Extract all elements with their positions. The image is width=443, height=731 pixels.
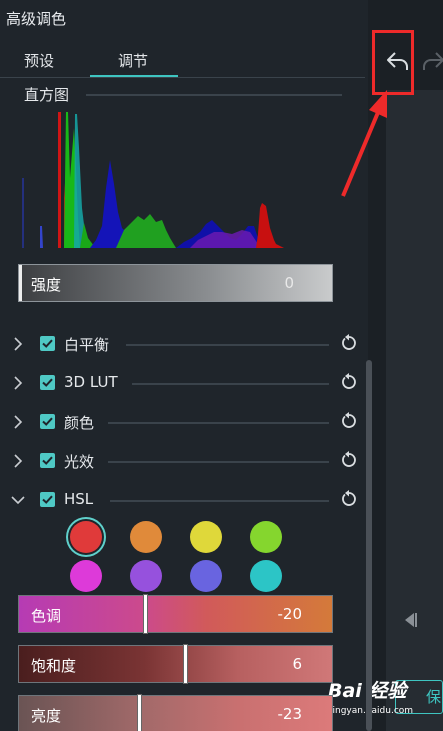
section-divider xyxy=(110,500,329,502)
hsl-swatch-orange[interactable] xyxy=(130,521,162,553)
lightness-value: -23 xyxy=(277,705,303,723)
histogram-graph xyxy=(22,112,284,248)
hsl-swatch-green[interactable] xyxy=(250,521,282,553)
annotation-arrow-icon xyxy=(341,90,387,197)
hsl-checkbox[interactable] xyxy=(40,492,55,507)
hsl-swatch-blue[interactable] xyxy=(190,560,222,592)
reset-icon[interactable] xyxy=(340,451,358,469)
light-effect-checkbox[interactable] xyxy=(40,453,55,468)
lightness-slider[interactable]: 亮度 -23 xyxy=(18,694,333,731)
histogram-divider xyxy=(86,94,342,96)
section-label: 3D LUT xyxy=(64,373,118,391)
collapse-panel-icon[interactable] xyxy=(400,610,420,630)
reset-icon[interactable] xyxy=(340,334,358,352)
section-3d-lut[interactable]: 3D LUT xyxy=(0,369,365,399)
hsl-swatch-red[interactable] xyxy=(70,521,102,553)
section-divider xyxy=(126,344,329,346)
strength-slider[interactable]: 强度 0 xyxy=(18,264,333,302)
chevron-down-icon[interactable] xyxy=(10,492,26,508)
section-divider xyxy=(108,422,329,424)
tab-divider xyxy=(0,77,365,78)
redo-button[interactable] xyxy=(420,46,443,76)
saturation-value: 6 xyxy=(292,655,302,673)
strength-label: 强度 xyxy=(31,276,62,294)
lightness-label: 亮度 xyxy=(31,707,62,725)
section-label: 光效 xyxy=(64,453,95,471)
annotation-highlight-box xyxy=(372,30,414,95)
section-hsl[interactable]: HSL xyxy=(0,486,365,516)
chevron-right-icon[interactable] xyxy=(10,336,26,352)
checkmark-icon xyxy=(42,495,53,504)
checkmark-icon xyxy=(42,339,53,348)
hsl-swatch-purple[interactable] xyxy=(130,560,162,592)
panel-scrollbar[interactable] xyxy=(366,360,372,731)
saturation-label: 饱和度 xyxy=(31,657,77,675)
section-color[interactable]: 颜色 xyxy=(0,408,365,438)
color-checkbox[interactable] xyxy=(40,414,55,429)
hue-slider[interactable]: 色调 -20 xyxy=(18,594,333,634)
panel-title: 高级调色 xyxy=(6,10,67,28)
tab-preset[interactable]: 预设 xyxy=(24,50,54,71)
section-light-effect[interactable]: 光效 xyxy=(0,447,365,477)
chevron-right-icon[interactable] xyxy=(10,414,26,430)
3d-lut-checkbox[interactable] xyxy=(40,375,55,390)
white-balance-checkbox[interactable] xyxy=(40,336,55,351)
hue-label: 色调 xyxy=(31,607,62,625)
checkmark-icon xyxy=(42,378,53,387)
section-white-balance[interactable]: 白平衡 xyxy=(0,330,365,360)
hue-slider-handle[interactable] xyxy=(143,594,148,634)
hsl-swatch-yellow[interactable] xyxy=(190,521,222,553)
strength-slider-handle[interactable] xyxy=(19,265,22,301)
chevron-right-icon[interactable] xyxy=(10,375,26,391)
section-label: 颜色 xyxy=(64,414,95,432)
section-divider xyxy=(108,461,329,463)
reset-icon[interactable] xyxy=(340,490,358,508)
reset-icon[interactable] xyxy=(340,373,358,391)
reset-icon[interactable] xyxy=(340,412,358,430)
checkmark-icon xyxy=(42,417,53,426)
section-label: 白平衡 xyxy=(64,336,110,354)
hue-value: -20 xyxy=(277,605,303,623)
hsl-swatch-magenta[interactable] xyxy=(70,560,102,592)
section-divider xyxy=(132,383,329,385)
redo-icon xyxy=(423,52,443,70)
chevron-right-icon[interactable] xyxy=(10,453,26,469)
tab-adjust[interactable]: 调节 xyxy=(118,50,148,71)
saturation-slider-handle[interactable] xyxy=(183,644,188,684)
checkmark-icon xyxy=(42,456,53,465)
section-label: HSL xyxy=(64,490,94,508)
lightness-slider-handle[interactable] xyxy=(137,694,142,731)
strength-value: 0 xyxy=(284,274,294,292)
histogram-label: 直方图 xyxy=(24,86,70,104)
saturation-slider[interactable]: 饱和度 6 xyxy=(18,644,333,684)
hsl-swatch-cyan[interactable] xyxy=(250,560,282,592)
tab-bar: 预设 调节 xyxy=(0,50,365,78)
watermark-logo: Bai 经验 jingyan.baidu.com xyxy=(322,676,432,722)
